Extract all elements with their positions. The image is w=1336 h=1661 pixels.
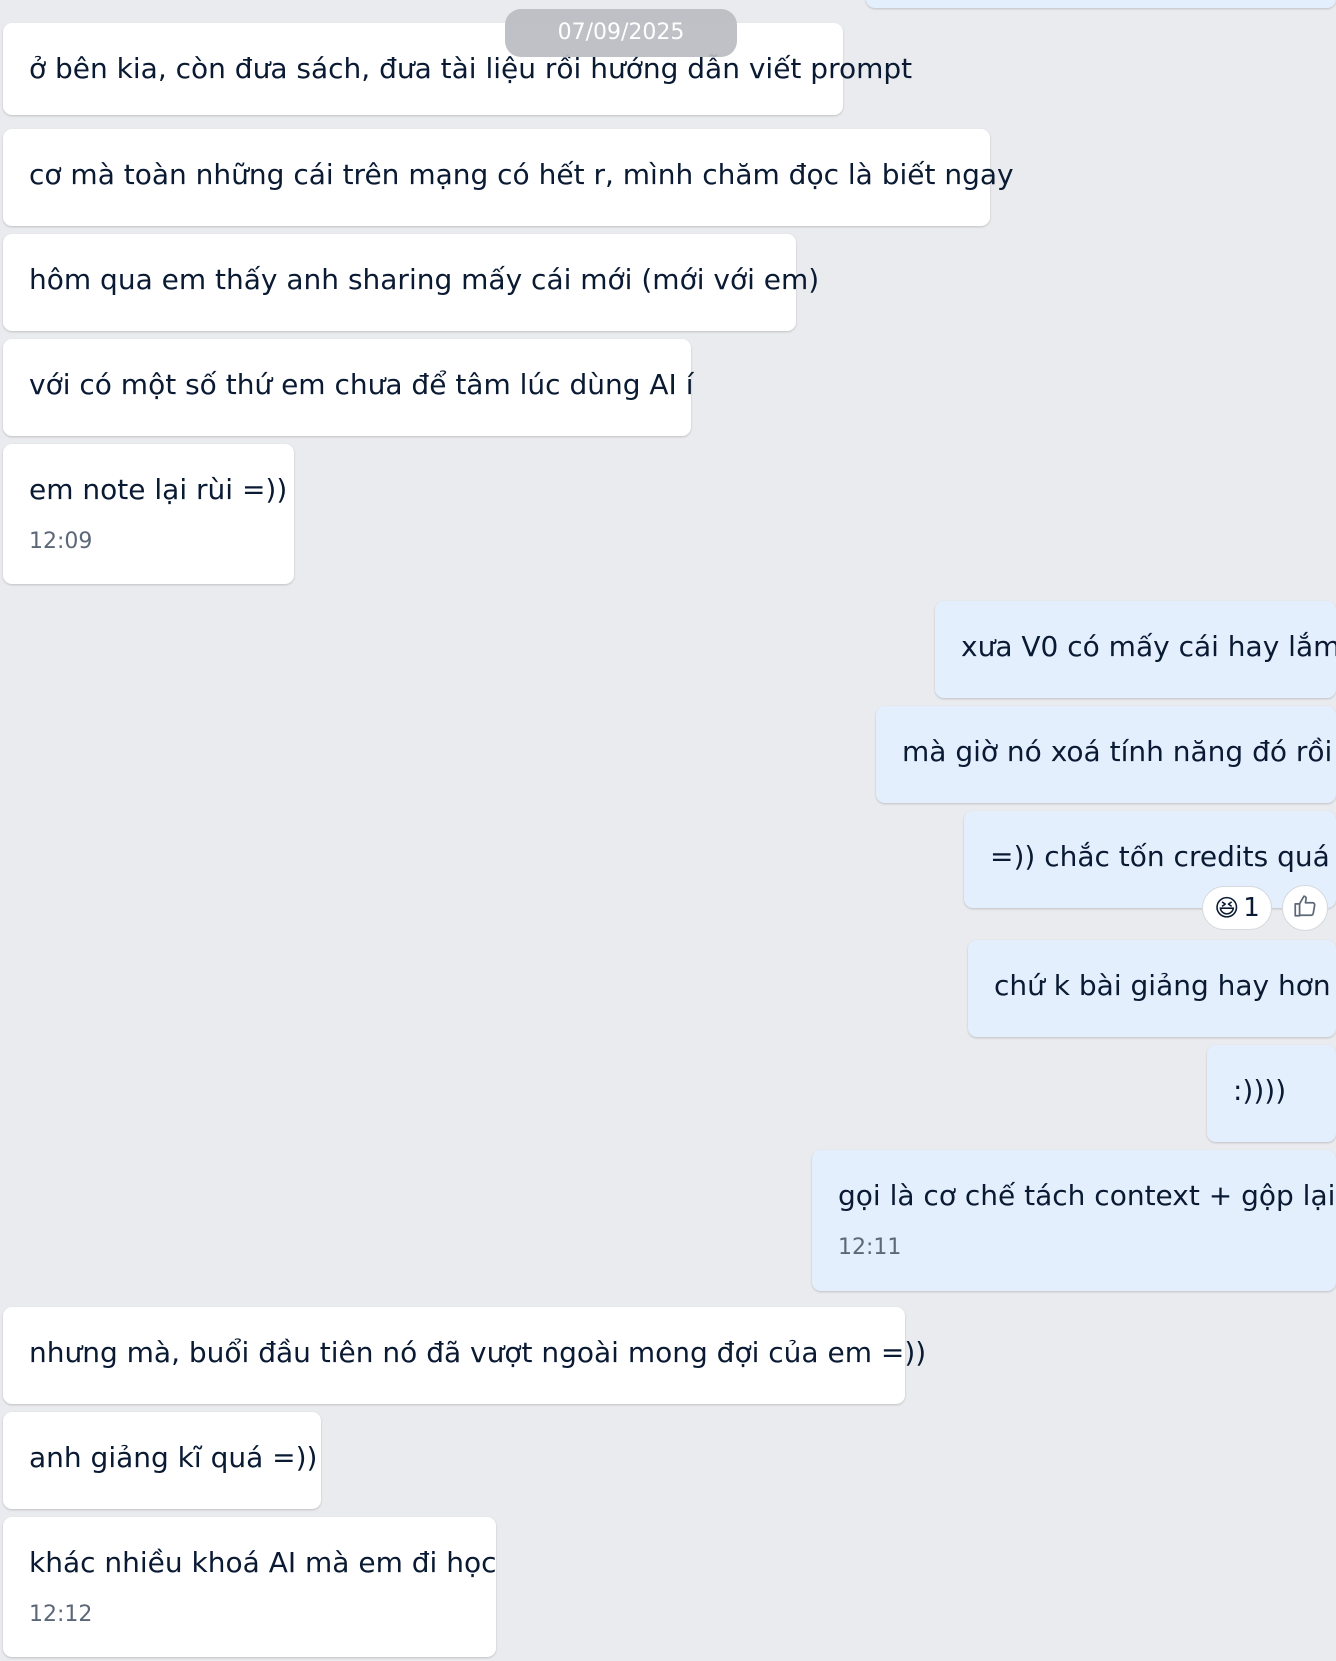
message-bubble-incoming[interactable]: với có một số thứ em chưa để tâm lúc dùn… <box>3 339 694 436</box>
message-bubble-outgoing[interactable]: gọi là cơ chế tách context + gộp lại 12:… <box>812 1150 1336 1291</box>
message-bubble-outgoing[interactable]: chứ k bài giảng hay hơn <box>968 940 1336 1037</box>
previous-outgoing-bubble-edge <box>866 0 1336 8</box>
message-bubble-incoming[interactable]: anh giảng kĩ quá =)) <box>3 1412 321 1509</box>
message-bubble-outgoing[interactable]: :)))) <box>1207 1045 1336 1142</box>
message-bubble-incoming[interactable]: nhưng mà, buổi đầu tiên nó đã vượt ngoài… <box>3 1307 927 1404</box>
thumbs-up-icon <box>1292 893 1318 923</box>
message-text: em note lại rùi =)) <box>29 473 288 506</box>
message-text: cơ mà toàn những cái trên mạng có hết r,… <box>29 158 1014 191</box>
like-button[interactable] <box>1282 885 1328 931</box>
message-bubble-outgoing[interactable]: =)) chắc tốn credits quá <box>964 811 1336 908</box>
message-timestamp: 12:11 <box>838 1235 902 1260</box>
message-text: chứ k bài giảng hay hơn <box>994 969 1331 1002</box>
message-bubble-incoming[interactable]: em note lại rùi =)) 12:09 <box>3 444 294 584</box>
message-text: :)))) <box>1233 1074 1287 1107</box>
message-bubble-outgoing[interactable]: mà giờ nó xoá tính năng đó rồi <box>876 706 1336 803</box>
message-bubble-incoming[interactable]: khác nhiều khoá AI mà em đi học 12:12 <box>3 1517 496 1657</box>
message-text: mà giờ nó xoá tính năng đó rồi <box>902 735 1333 768</box>
message-bubble-incoming[interactable]: hôm qua em thấy anh sharing mấy cái mới … <box>3 234 820 331</box>
date-separator: 07/09/2025 <box>505 9 737 57</box>
message-text: nhưng mà, buổi đầu tiên nó đã vượt ngoài… <box>29 1336 927 1369</box>
message-text: khác nhiều khoá AI mà em đi học <box>29 1546 497 1579</box>
message-text: anh giảng kĩ quá =)) <box>29 1441 318 1474</box>
message-text: gọi là cơ chế tách context + gộp lại <box>838 1179 1336 1212</box>
message-timestamp: 12:09 <box>29 529 93 554</box>
message-text: hôm qua em thấy anh sharing mấy cái mới … <box>29 263 820 296</box>
message-text: =)) chắc tốn credits quá <box>990 840 1330 873</box>
message-bubble-incoming[interactable]: cơ mà toàn những cái trên mạng có hết r,… <box>3 129 1014 226</box>
message-text: với có một số thứ em chưa để tâm lúc dùn… <box>29 368 694 401</box>
message-timestamp: 12:12 <box>29 1602 93 1627</box>
message-text: xưa V0 có mấy cái hay lắm <box>961 630 1336 663</box>
reaction-count: 1 <box>1243 893 1260 923</box>
reaction-badge[interactable]: 😆 1 <box>1202 886 1272 930</box>
laughing-emoji-icon: 😆 <box>1214 894 1240 922</box>
message-bubble-outgoing[interactable]: xưa V0 có mấy cái hay lắm <box>935 601 1336 698</box>
